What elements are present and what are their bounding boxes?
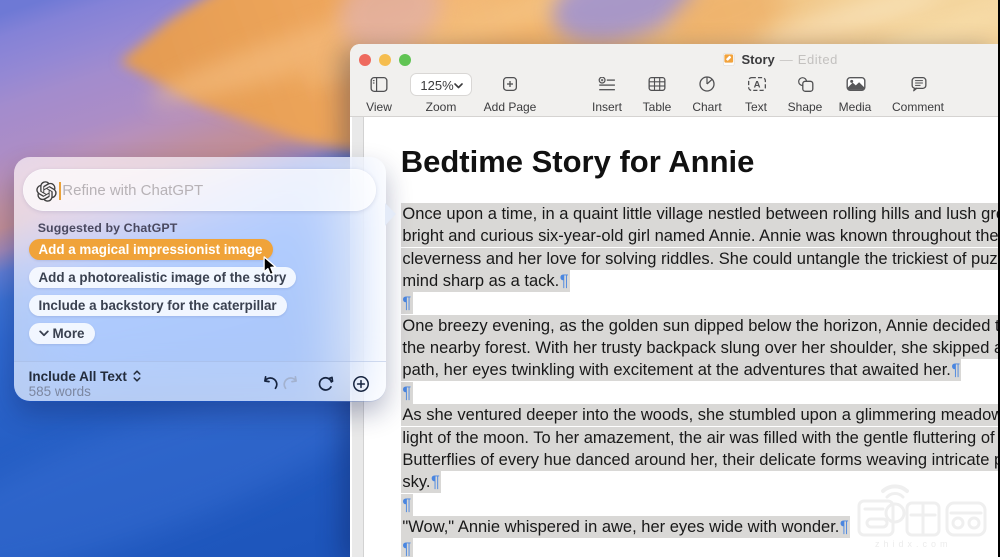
svg-text:A: A (753, 80, 760, 91)
svg-text:zhidx.com: zhidx.com (875, 539, 952, 549)
